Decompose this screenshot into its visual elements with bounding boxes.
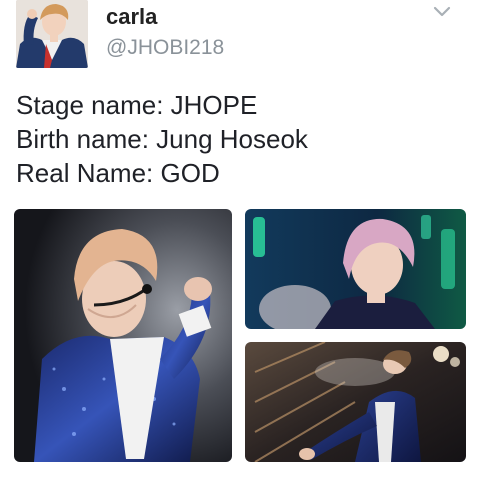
avatar[interactable] — [16, 0, 88, 68]
tweet-line-real-name: Real Name: GOD — [16, 158, 220, 188]
tweet-header: carla @JHOBI218 — [0, 0, 480, 80]
tweet-media-grid — [14, 209, 466, 462]
user-handle[interactable]: @JHOBI218 — [106, 36, 224, 60]
display-name[interactable]: carla — [106, 4, 157, 30]
media-photo-left[interactable] — [14, 209, 232, 462]
tweet-line-stage-name: Stage name: JHOPE — [16, 90, 258, 120]
media-photo-top-right[interactable] — [245, 209, 466, 329]
tweet-line-birth-name: Birth name: Jung Hoseok — [16, 124, 308, 154]
chevron-down-icon[interactable] — [432, 4, 452, 20]
media-photo-bottom-right[interactable] — [245, 342, 466, 462]
tweet-text: Stage name: JHOPE Birth name: Jung Hoseo… — [16, 88, 466, 190]
